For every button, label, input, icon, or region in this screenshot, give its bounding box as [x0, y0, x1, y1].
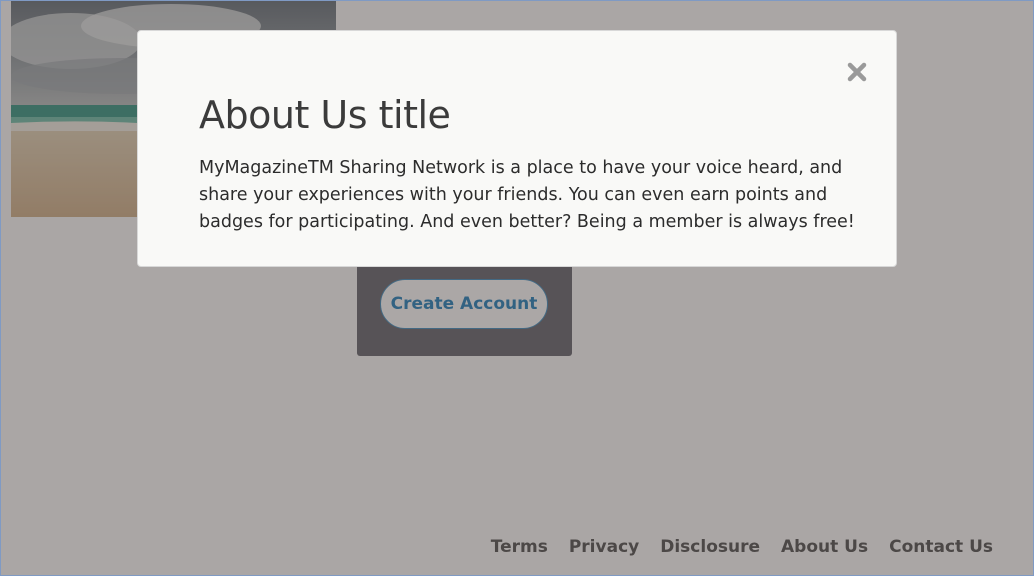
- about-us-modal: About Us title MyMagazineTM Sharing Netw…: [137, 30, 897, 267]
- close-icon[interactable]: [846, 61, 868, 83]
- modal-body-text: MyMagazineTM Sharing Network is a place …: [199, 158, 855, 232]
- modal-title: About Us title: [199, 93, 451, 137]
